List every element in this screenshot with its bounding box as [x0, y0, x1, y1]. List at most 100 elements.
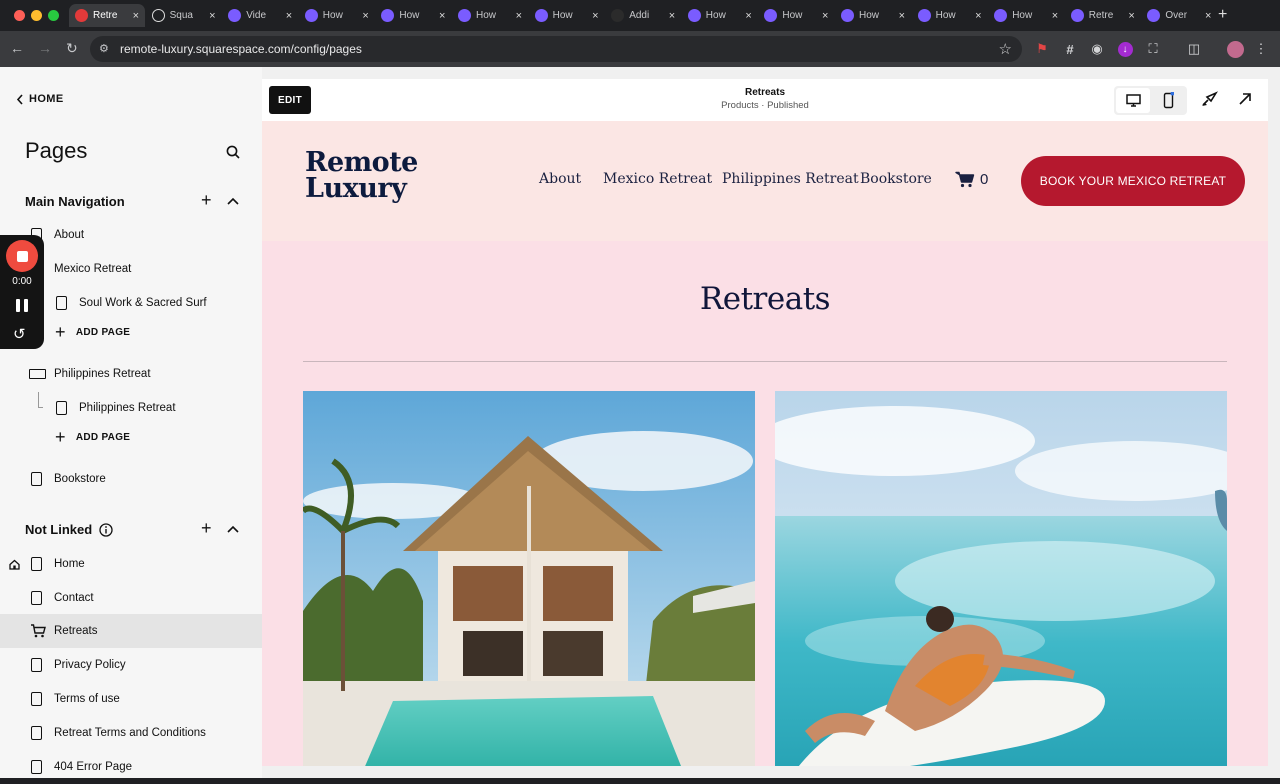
- homepage-house-icon: [9, 559, 20, 570]
- browser-tab[interactable]: How ×: [682, 4, 758, 27]
- close-tab-icon[interactable]: ×: [133, 10, 139, 22]
- profile-avatar[interactable]: [1226, 40, 1244, 58]
- close-tab-icon[interactable]: ×: [975, 10, 981, 22]
- pause-icon[interactable]: [16, 299, 28, 312]
- bookmark-star-icon[interactable]: ☆: [999, 40, 1012, 58]
- media-control-icon[interactable]: ◫: [1185, 40, 1203, 58]
- stop-recording-button[interactable]: [6, 240, 38, 272]
- close-tab-icon[interactable]: ×: [516, 10, 522, 22]
- collapse-chevron-up-icon[interactable]: [227, 525, 239, 533]
- close-tab-icon[interactable]: ×: [592, 10, 598, 22]
- site-nav-bookstore[interactable]: Bookstore: [860, 171, 932, 187]
- browser-tab-label: Retre: [93, 10, 118, 21]
- sidebar-item-retreat-terms[interactable]: Retreat Terms and Conditions: [0, 716, 262, 750]
- extensions-puzzle-icon[interactable]: ⛶: [1144, 40, 1162, 58]
- recording-timer: 0:00: [12, 276, 32, 287]
- reload-icon[interactable]: ↻: [66, 40, 78, 57]
- sidebar-item-contact[interactable]: Contact: [0, 581, 262, 615]
- address-bar[interactable]: ⚙ remote-luxury.squarespace.com/config/p…: [90, 36, 1022, 62]
- browser-tab[interactable]: How ×: [529, 4, 605, 27]
- browser-tab[interactable]: Retre ×: [1065, 4, 1141, 27]
- page-icon: [56, 401, 67, 415]
- browser-tab[interactable]: Addi ×: [605, 4, 681, 27]
- browser-tab[interactable]: How ×: [835, 4, 911, 27]
- back-icon[interactable]: ←: [10, 40, 24, 56]
- product-image-villa[interactable]: [303, 391, 755, 766]
- browser-tab[interactable]: Vide ×: [222, 4, 298, 27]
- add-page-label: ADD PAGE: [75, 327, 131, 338]
- site-nav-philippines-retreat[interactable]: Philippines Retreat: [722, 171, 859, 187]
- sparkle-icon: [764, 9, 778, 22]
- browser-tab[interactable]: How ×: [299, 4, 375, 27]
- forward-icon[interactable]: →: [38, 40, 52, 56]
- extension-download-icon[interactable]: ↓: [1116, 40, 1134, 58]
- close-window-button[interactable]: [14, 10, 25, 21]
- extension-pin-icon[interactable]: ⚑: [1033, 40, 1051, 58]
- site-header: Remote Luxury About Mexico Retreat Phili…: [262, 121, 1268, 241]
- add-not-linked-page-icon[interactable]: +: [201, 518, 212, 539]
- maximize-window-button[interactable]: [48, 10, 59, 21]
- browser-tab[interactable]: Retre ×: [69, 4, 145, 27]
- mobile-view-button[interactable]: [1151, 88, 1185, 113]
- close-tab-icon[interactable]: ×: [209, 10, 215, 22]
- close-tab-icon[interactable]: ×: [439, 10, 445, 22]
- site-logo[interactable]: Remote Luxury: [305, 149, 418, 202]
- sidebar-item-label: Soul Work & Sacred Surf: [79, 297, 207, 309]
- browser-tab[interactable]: Squa ×: [146, 4, 222, 27]
- browser-tab[interactable]: How ×: [758, 4, 834, 27]
- add-page-button[interactable]: + ADD PAGE: [55, 427, 130, 448]
- close-tab-icon[interactable]: ×: [286, 10, 292, 22]
- sidebar-item-home[interactable]: Home: [0, 547, 262, 581]
- close-tab-icon[interactable]: ×: [745, 10, 751, 22]
- sidebar-item-terms-of-use[interactable]: Terms of use: [0, 682, 262, 716]
- browser-tab[interactable]: How ×: [912, 4, 988, 27]
- browser-menu-icon[interactable]: ⋮: [1252, 40, 1270, 58]
- extension-camera-icon[interactable]: ◉: [1088, 40, 1106, 58]
- design-brush-icon[interactable]: [1200, 90, 1218, 108]
- info-icon[interactable]: [99, 523, 113, 537]
- squarespace-icon: [75, 9, 88, 22]
- site-cart[interactable]: 0: [955, 171, 988, 188]
- close-tab-icon[interactable]: ×: [362, 10, 368, 22]
- site-nav-mexico-retreat[interactable]: Mexico Retreat: [603, 171, 712, 187]
- sidebar-item-label: About: [54, 229, 85, 241]
- product-image-surfer[interactable]: [775, 391, 1227, 766]
- search-icon[interactable]: [226, 145, 240, 159]
- desktop-view-button[interactable]: [1116, 88, 1150, 113]
- sidebar-item-retreats[interactable]: Retreats: [0, 614, 262, 648]
- close-tab-icon[interactable]: ×: [1128, 10, 1134, 22]
- browser-tab[interactable]: Over ×: [1141, 4, 1217, 27]
- browser-tab[interactable]: How ×: [375, 4, 451, 27]
- browser-tab-bar: Retre × Squa × Vide × How × How × How × How × Addi × How…: [0, 0, 1280, 31]
- add-main-nav-page-icon[interactable]: +: [201, 190, 212, 211]
- site-settings-icon[interactable]: ⚙: [99, 42, 113, 56]
- sidebar-item-philippines-retreat[interactable]: Philippines Retreat: [0, 357, 262, 391]
- collapse-chevron-up-icon[interactable]: [227, 197, 239, 205]
- browser-tab-label: How: [1012, 10, 1033, 21]
- minimize-window-button[interactable]: [31, 10, 42, 21]
- close-tab-icon[interactable]: ×: [822, 10, 828, 22]
- browser-tab[interactable]: How ×: [452, 4, 528, 27]
- sidebar-item-privacy-policy[interactable]: Privacy Policy: [0, 648, 262, 682]
- browser-tab[interactable]: How ×: [988, 4, 1064, 27]
- sidebar-item-label: Terms of use: [54, 693, 120, 705]
- close-tab-icon[interactable]: ×: [1205, 10, 1211, 22]
- sidebar-item-philippines-retreat-page[interactable]: Philippines Retreat: [0, 391, 262, 425]
- close-tab-icon[interactable]: ×: [899, 10, 905, 22]
- browser-tab-label: How: [859, 10, 880, 21]
- site-nav-about[interactable]: About: [539, 171, 581, 187]
- sidebar-item-bookstore[interactable]: Bookstore: [0, 462, 262, 496]
- book-mexico-retreat-button[interactable]: BOOK YOUR MEXICO RETREAT: [1021, 156, 1245, 206]
- url-text: remote-luxury.squarespace.com/config/pag…: [120, 42, 362, 56]
- close-tab-icon[interactable]: ×: [669, 10, 675, 22]
- home-back-link[interactable]: HOME: [16, 93, 64, 105]
- open-external-arrow-icon[interactable]: [1238, 92, 1252, 106]
- restart-icon[interactable]: ↺: [13, 325, 26, 343]
- mobile-icon: [1163, 92, 1174, 109]
- new-tab-button[interactable]: +: [1218, 6, 1227, 24]
- add-page-button[interactable]: + ADD PAGE: [55, 322, 130, 343]
- close-tab-icon[interactable]: ×: [1052, 10, 1058, 22]
- extension-grid-icon[interactable]: #: [1061, 40, 1079, 58]
- browser-tab-label: How: [705, 10, 726, 21]
- sidebar-item-404-error[interactable]: 404 Error Page: [0, 750, 262, 784]
